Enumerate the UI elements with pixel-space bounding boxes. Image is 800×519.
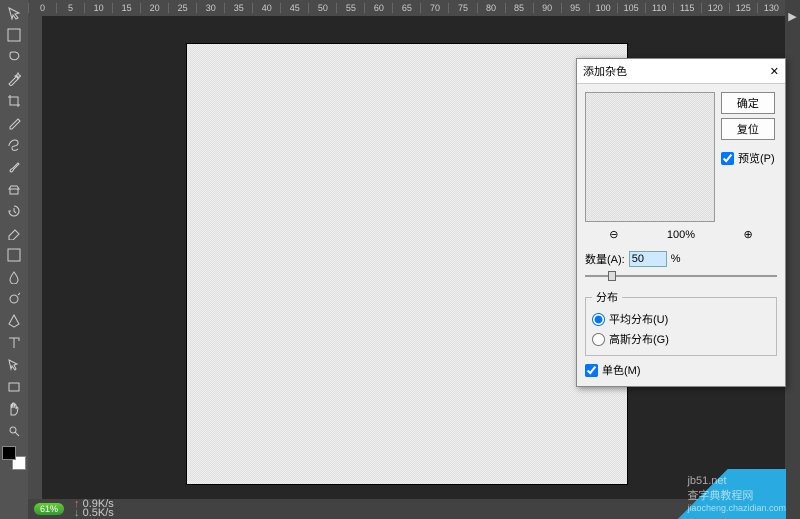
ruler-tick: 115 — [673, 3, 701, 13]
dodge-tool[interactable] — [3, 289, 25, 309]
preview-checkbox-label: 预览(P) — [738, 150, 775, 166]
distribution-group: 分布 平均分布(U) 高斯分布(G) — [585, 289, 777, 356]
eyedropper-tool[interactable] — [3, 113, 25, 133]
monochrome-checkbox[interactable] — [585, 364, 598, 377]
type-tool[interactable] — [3, 333, 25, 353]
uniform-label: 平均分布(U) — [609, 311, 668, 327]
gradient-tool[interactable] — [3, 245, 25, 265]
blur-tool[interactable] — [3, 267, 25, 287]
distribution-legend: 分布 — [592, 289, 622, 305]
network-info: 0.9K/s 0.5K/s — [74, 500, 114, 518]
ruler-horizontal: 0510152025303540455055606570758085909510… — [28, 0, 785, 16]
hand-tool[interactable] — [3, 399, 25, 419]
preview-checkbox-row[interactable]: 预览(P) — [721, 150, 775, 166]
move-tool[interactable] — [3, 3, 25, 23]
ruler-tick: 105 — [617, 3, 645, 13]
ok-button[interactable]: 确定 — [721, 92, 775, 114]
document-canvas[interactable] — [187, 44, 627, 484]
rectangle-tool[interactable] — [3, 377, 25, 397]
ruler-tick: 80 — [477, 3, 505, 13]
ruler-tick: 5 — [56, 3, 84, 13]
ruler-tick: 20 — [140, 3, 168, 13]
uniform-radio-row[interactable]: 平均分布(U) — [592, 309, 770, 329]
noise-preview[interactable] — [585, 92, 715, 222]
zoom-in-icon[interactable]: ⊕ — [744, 228, 753, 241]
ruler-tick: 120 — [701, 3, 729, 13]
ruler-tick: 30 — [196, 3, 224, 13]
add-noise-dialog: 添加杂色 ✕ 确定 复位 预览(P) ⊖ 100% ⊕ 数量(A): % — [576, 58, 786, 387]
magic-wand-tool[interactable] — [3, 69, 25, 89]
crop-tool[interactable] — [3, 91, 25, 111]
ruler-tick: 35 — [224, 3, 252, 13]
zoom-tool[interactable] — [3, 421, 25, 441]
pen-tool[interactable] — [3, 311, 25, 331]
ruler-tick: 85 — [505, 3, 533, 13]
expand-panels-icon[interactable]: ▶ — [785, 0, 800, 23]
monochrome-label: 单色(M) — [602, 362, 641, 378]
slider-thumb-icon[interactable] — [608, 271, 616, 281]
amount-unit: % — [671, 253, 681, 265]
foreground-color[interactable] — [2, 446, 16, 460]
zoom-out-icon[interactable]: ⊖ — [609, 228, 618, 241]
preview-checkbox[interactable] — [721, 152, 734, 165]
amount-input[interactable] — [629, 251, 667, 267]
amount-label: 数量(A): — [585, 251, 625, 267]
ruler-tick: 90 — [533, 3, 561, 13]
clone-stamp-tool[interactable] — [3, 179, 25, 199]
dialog-titlebar[interactable]: 添加杂色 ✕ — [577, 59, 785, 84]
close-icon[interactable]: ✕ — [770, 65, 779, 78]
ruler-tick: 110 — [645, 3, 673, 13]
ruler-tick: 60 — [364, 3, 392, 13]
amount-slider[interactable] — [585, 271, 777, 281]
ruler-tick: 40 — [252, 3, 280, 13]
ruler-tick: 50 — [308, 3, 336, 13]
status-bar: 61% 0.9K/s 0.5K/s — [28, 499, 785, 519]
ruler-vertical — [28, 16, 42, 519]
marquee-tool[interactable] — [3, 25, 25, 45]
gaussian-label: 高斯分布(G) — [609, 331, 669, 347]
history-brush-tool[interactable] — [3, 201, 25, 221]
monochrome-row[interactable]: 单色(M) — [585, 362, 777, 378]
reset-button[interactable]: 复位 — [721, 118, 775, 140]
gaussian-radio-row[interactable]: 高斯分布(G) — [592, 329, 770, 349]
uniform-radio[interactable] — [592, 313, 605, 326]
brush-tool[interactable] — [3, 157, 25, 177]
foreground-background-swatch[interactable] — [2, 446, 26, 470]
network-badge: 61% — [34, 503, 64, 515]
ruler-tick: 130 — [757, 3, 785, 13]
download-speed: 0.5K/s — [74, 509, 114, 518]
ruler-tick: 45 — [280, 3, 308, 13]
ruler-tick: 100 — [589, 3, 617, 13]
ruler-tick: 75 — [448, 3, 476, 13]
path-selection-tool[interactable] — [3, 355, 25, 375]
gaussian-radio[interactable] — [592, 333, 605, 346]
ruler-tick: 25 — [168, 3, 196, 13]
ruler-tick: 65 — [392, 3, 420, 13]
dialog-title-text: 添加杂色 — [583, 63, 627, 79]
ruler-tick: 95 — [561, 3, 589, 13]
toolbox — [0, 0, 28, 519]
healing-brush-tool[interactable] — [3, 135, 25, 155]
ruler-tick: 70 — [420, 3, 448, 13]
ruler-tick: 55 — [336, 3, 364, 13]
lasso-tool[interactable] — [3, 47, 25, 67]
ruler-tick: 125 — [729, 3, 757, 13]
ruler-tick: 10 — [84, 3, 112, 13]
ruler-tick: 0 — [28, 3, 56, 13]
ruler-tick: 15 — [112, 3, 140, 13]
eraser-tool[interactable] — [3, 223, 25, 243]
zoom-percent: 100% — [667, 229, 695, 241]
right-panel-strip[interactable]: ▶ — [785, 0, 800, 519]
